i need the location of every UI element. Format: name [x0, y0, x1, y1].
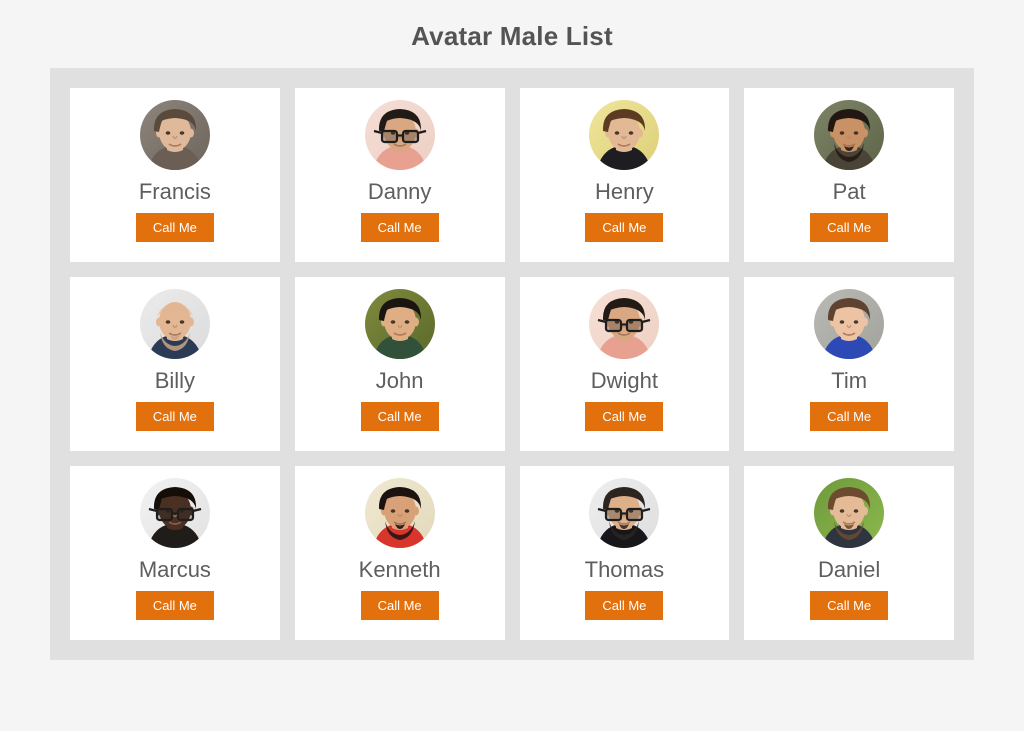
avatar-card: John Call Me [294, 277, 505, 451]
avatar-card: Dwight Call Me [519, 277, 730, 451]
avatar-name: Thomas [584, 557, 665, 582]
avatar-card: Tim Call Me [744, 277, 954, 451]
avatar-card: Henry Call Me [519, 88, 730, 262]
photo-francis-avatar-image [139, 100, 210, 170]
avatar-name: Danny [367, 179, 432, 204]
photo-tim-avatar-image [814, 289, 885, 359]
avatar-card: Thomas Call Me [519, 466, 730, 640]
photo-thomas-avatar-image [589, 478, 660, 548]
avatar-card: Kenneth Call Me [294, 466, 505, 640]
page-title: Avatar Male List [411, 21, 613, 51]
avatar-grid: Francis Call Me Danny Call Me Henry Call… [70, 88, 954, 640]
avatar-card: Danny Call Me [294, 88, 505, 262]
call-me-button[interactable]: Call Me [810, 213, 889, 242]
avatar-name: Francis [138, 179, 211, 204]
avatar-name: Daniel [817, 557, 881, 582]
avatar-name: Kenneth [358, 557, 441, 582]
photo-billy-avatar-image [139, 289, 210, 359]
photo-pat-avatar-image [814, 100, 885, 170]
call-me-button[interactable]: Call Me [810, 402, 889, 431]
call-me-button[interactable]: Call Me [135, 402, 214, 431]
avatar-name: John [375, 368, 424, 393]
avatar-card: Pat Call Me [744, 88, 954, 262]
photo-kenneth-avatar-image [364, 478, 435, 548]
avatar-name: Marcus [138, 557, 211, 582]
call-me-button[interactable]: Call Me [360, 402, 439, 431]
call-me-button[interactable]: Call Me [585, 402, 664, 431]
photo-marcus-avatar-image [139, 478, 210, 548]
call-me-button[interactable]: Call Me [585, 213, 664, 242]
call-me-button[interactable]: Call Me [360, 213, 439, 242]
photo-henry-avatar-image [589, 100, 660, 170]
avatar-card: Daniel Call Me [744, 466, 954, 640]
photo-dwight-avatar-image [589, 289, 660, 359]
avatar-card: Marcus Call Me [70, 466, 280, 640]
call-me-button[interactable]: Call Me [360, 591, 439, 620]
avatar-name: Henry [595, 179, 654, 204]
call-me-button[interactable]: Call Me [135, 213, 214, 242]
avatar-card: Francis Call Me [70, 88, 280, 262]
call-me-button[interactable]: Call Me [135, 591, 214, 620]
photo-daniel-avatar-image [814, 478, 885, 548]
call-me-button[interactable]: Call Me [585, 591, 664, 620]
avatar-name: Billy [154, 368, 196, 393]
avatar-name: Tim [831, 368, 868, 393]
avatar-name: Pat [832, 179, 866, 204]
avatar-panel: Francis Call Me Danny Call Me Henry Call… [50, 68, 974, 660]
photo-danny-avatar-image [364, 100, 435, 170]
photo-john-avatar-image [364, 289, 435, 359]
call-me-button[interactable]: Call Me [810, 591, 889, 620]
avatar-name: Dwight [590, 368, 658, 393]
avatar-card: Billy Call Me [70, 277, 280, 451]
